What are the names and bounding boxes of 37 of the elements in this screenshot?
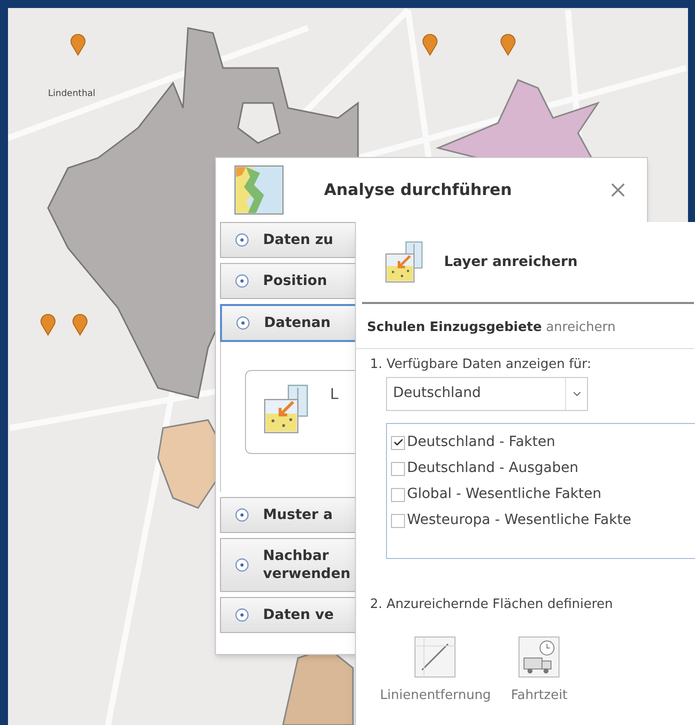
panel-title: Layer anreichern — [444, 252, 578, 272]
country-select[interactable]: Deutschland — [386, 376, 588, 410]
dataset-label: Global - Wesentliche Fakten — [407, 485, 602, 504]
map-pin-icon — [422, 34, 438, 56]
expand-icon — [235, 608, 249, 622]
area-option-button[interactable]: Linienentfernung — [380, 636, 491, 706]
section-label: Muster a — [263, 506, 333, 524]
expand-icon — [235, 508, 249, 522]
panel-title: Analyse durchführen — [324, 179, 513, 201]
expand-icon — [236, 316, 250, 330]
dataset-label: Westeuropa - Wesentliche Fakte — [407, 511, 632, 530]
expand-icon — [235, 233, 249, 247]
checkbox[interactable] — [391, 462, 405, 476]
section-label: Nachbar verwenden — [263, 547, 350, 583]
step-label: 2. Anzureichernde Flächen definieren — [369, 596, 614, 614]
map-pin-icon — [72, 314, 88, 336]
expand-icon — [235, 274, 249, 288]
map-analysis-icon — [234, 165, 284, 215]
section-label: Datenan — [264, 314, 331, 332]
checkbox[interactable] — [391, 436, 405, 450]
truck-clock-icon — [518, 636, 560, 678]
checkmark-icon — [392, 437, 404, 448]
panel-subtitle: Schulen Einzugsgebiete anreichern — [367, 320, 616, 335]
checkbox[interactable] — [391, 514, 405, 528]
map-pin-icon — [500, 34, 516, 56]
section-label: Position — [263, 272, 328, 290]
straight-line-distance-icon — [414, 636, 456, 678]
expand-icon — [235, 558, 249, 572]
tool-card-label: L — [330, 384, 338, 405]
area-option-button[interactable]: Fahrtzeit — [510, 636, 568, 706]
section-label: Daten ve — [263, 606, 334, 624]
checkbox[interactable] — [391, 488, 405, 502]
map-pin-icon — [70, 34, 86, 56]
map-place-label: Lindenthal — [48, 88, 96, 101]
dataset-label: Deutschland - Ausgaben — [407, 459, 578, 478]
section-label: Daten zu — [263, 231, 334, 249]
map-pin-icon — [40, 314, 56, 336]
